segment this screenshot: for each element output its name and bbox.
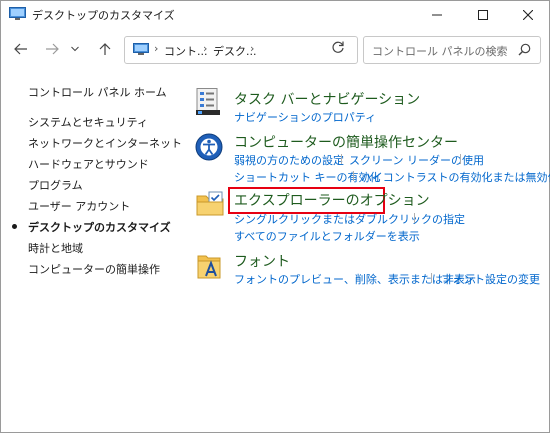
- link-separator: [431, 273, 432, 283]
- sidebar-item-ease-of-access[interactable]: コンピューターの簡単操作: [28, 261, 160, 277]
- link-change-font-settings[interactable]: フォント設定の変更: [441, 271, 540, 287]
- minimize-button[interactable]: [414, 1, 459, 29]
- search-icon[interactable]: [518, 43, 531, 56]
- search-input[interactable]: コントロール パネルの検索: [372, 43, 508, 59]
- category-title-ease-of-access-center[interactable]: コンピューターの簡単操作センター: [234, 132, 458, 152]
- folder-options-icon: [196, 191, 224, 216]
- arrow-up-icon: [99, 43, 111, 55]
- back-button[interactable]: [11, 39, 31, 59]
- link-enable-shortcut-keys[interactable]: ショートカット キーの有効化: [234, 169, 381, 185]
- category-list: タスク バーとナビゲーション ナビゲーションのプロパティ コンピューターの簡単操…: [191, 76, 550, 376]
- link-navigation-properties[interactable]: ナビゲーションのプロパティ: [234, 109, 376, 125]
- maximize-button[interactable]: [460, 1, 505, 29]
- forward-button[interactable]: [42, 39, 62, 59]
- control-panel-icon: [9, 7, 26, 20]
- link-screen-reader[interactable]: スクリーン リーダーの使用: [349, 152, 484, 168]
- link-separator: [341, 154, 342, 164]
- minimize-icon: [431, 14, 442, 16]
- arrow-left-icon: [14, 43, 27, 55]
- up-button[interactable]: [95, 39, 115, 59]
- sidebar-item-clock-region[interactable]: 時計と地域: [28, 240, 83, 256]
- close-button[interactable]: [505, 1, 550, 29]
- control-panel-home-link[interactable]: コントロール パネル ホーム: [28, 84, 167, 100]
- breadcrumb-separator-icon: ›: [203, 42, 208, 55]
- breadcrumb-control-panel[interactable]: コント...: [164, 43, 208, 59]
- sidebar-item-hardware-sound[interactable]: ハードウェアとサウンド: [28, 156, 149, 172]
- recent-locations-button[interactable]: [69, 39, 81, 59]
- sidebar-item-user-accounts[interactable]: ユーザー アカウント: [28, 198, 130, 214]
- sidebar-item-appearance[interactable]: デスクトップのカスタマイズ: [28, 219, 171, 235]
- category-title-taskbar[interactable]: タスク バーとナビゲーション: [234, 89, 420, 109]
- category-title-explorer-options[interactable]: エクスプローラーのオプション: [234, 190, 430, 210]
- window-title: デスクトップのカスタマイズ: [32, 9, 175, 22]
- sidebar-item-network-internet[interactable]: ネットワークとインターネット: [28, 135, 182, 151]
- sidebar-item-system-security[interactable]: システムとセキュリティ: [28, 114, 148, 130]
- search-box[interactable]: コントロール パネルの検索: [363, 36, 541, 64]
- refresh-icon[interactable]: [331, 40, 345, 54]
- taskbar-icon: [196, 88, 220, 115]
- link-separator: [414, 213, 415, 223]
- close-icon: [522, 10, 533, 20]
- maximize-icon: [477, 10, 488, 20]
- control-panel-window: デスクトップのカスタマイズ › コント... › デスク... › コントロール…: [0, 0, 550, 433]
- link-low-vision-settings[interactable]: 弱視の方のための設定: [234, 152, 344, 168]
- category-title-fonts[interactable]: フォント: [234, 251, 290, 271]
- link-separator: [353, 171, 354, 181]
- chevron-down-icon: [71, 46, 79, 52]
- link-preview-delete-fonts[interactable]: フォントのプレビュー、削除、表示または非表示: [234, 271, 476, 287]
- ease-of-access-icon: [195, 133, 223, 161]
- sidebar-item-programs[interactable]: プログラム: [28, 177, 83, 193]
- link-toggle-high-contrast[interactable]: ハイコントラストの有効化または無効化: [361, 169, 550, 185]
- arrow-right-icon: [46, 43, 59, 55]
- link-show-hidden-files[interactable]: すべてのファイルとフォルダーを表示: [234, 228, 420, 244]
- breadcrumb-separator-icon: ›: [154, 42, 159, 55]
- navigation-bar: › コント... › デスク... › コントロール パネルの検索: [1, 29, 549, 69]
- control-panel-icon: [133, 43, 149, 55]
- active-item-bullet-icon: [12, 224, 17, 229]
- address-bar[interactable]: › コント... › デスク... ›: [124, 36, 421, 64]
- fonts-folder-icon: [197, 255, 221, 279]
- breadcrumb-separator-icon: ›: [250, 42, 255, 55]
- title-bar: デスクトップのカスタマイズ: [1, 1, 549, 29]
- link-single-or-double-click[interactable]: シングルクリックまたはダブルクリックの指定: [234, 211, 465, 227]
- link-separator: [460, 154, 461, 164]
